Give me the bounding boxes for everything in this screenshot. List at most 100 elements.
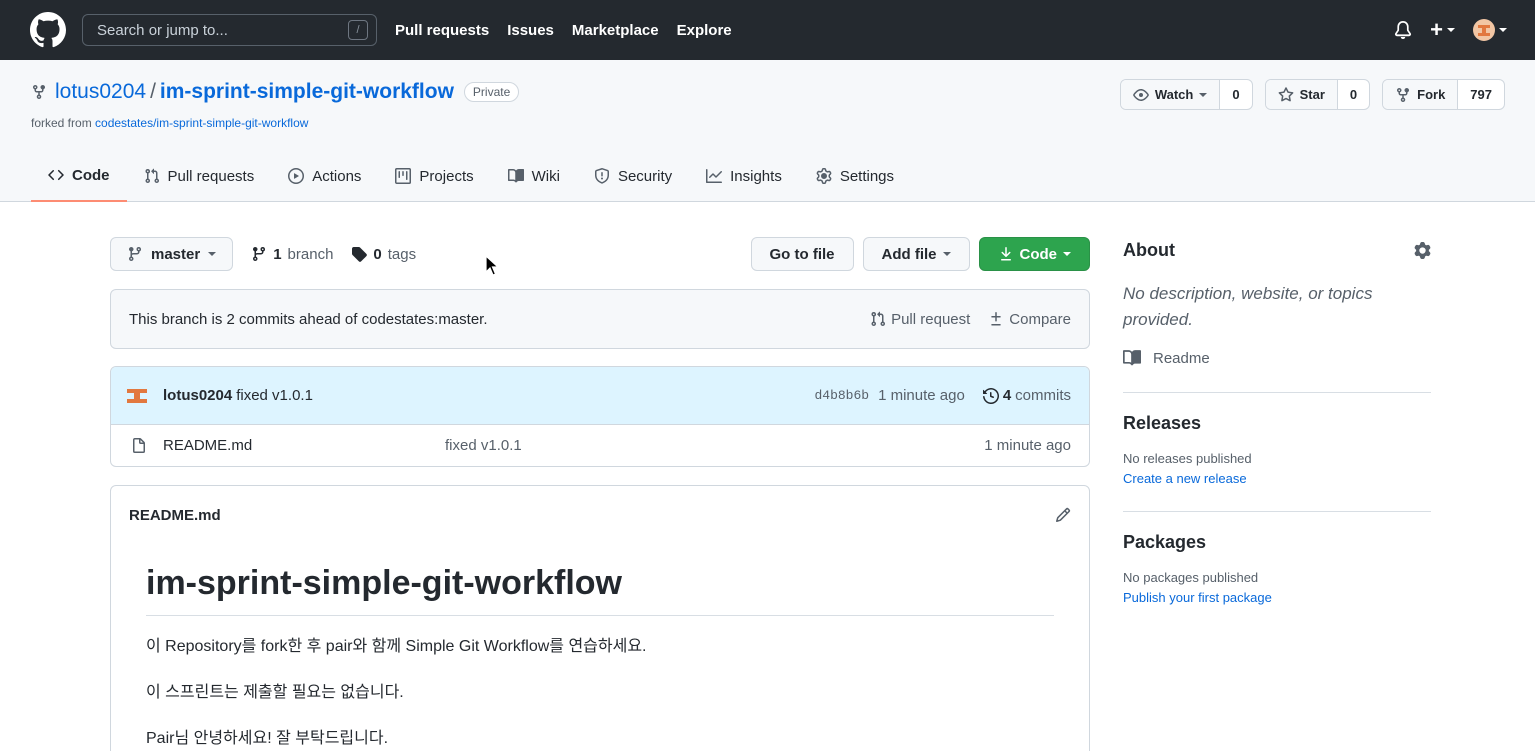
tag-word: tags bbox=[387, 245, 417, 263]
repo-owner-link[interactable]: lotus0204 bbox=[55, 80, 146, 104]
about-header: About bbox=[1123, 237, 1431, 263]
create-new-menu[interactable]: + bbox=[1430, 19, 1455, 41]
github-logo-icon[interactable] bbox=[30, 12, 66, 48]
fork-button-group: Fork 797 bbox=[1382, 79, 1505, 110]
code-icon bbox=[48, 169, 64, 181]
repo-actions: Watch 0 Star 0 Fork 797 bbox=[1119, 79, 1505, 110]
code-button-label: Code bbox=[1019, 245, 1058, 263]
tags-link[interactable]: 0 tags bbox=[351, 246, 416, 263]
chevron-down-icon bbox=[1499, 28, 1507, 32]
repo-name-link[interactable]: im-sprint-simple-git-workflow bbox=[160, 80, 454, 104]
download-icon bbox=[1000, 247, 1011, 261]
slash-shortcut-hint: / bbox=[348, 20, 368, 40]
nav-pull-requests[interactable]: Pull requests bbox=[395, 22, 489, 39]
tab-wiki-label: Wiki bbox=[531, 167, 560, 185]
star-count[interactable]: 0 bbox=[1338, 80, 1369, 109]
plus-icon: + bbox=[1430, 17, 1443, 42]
repo-tabs: Code Pull requests Actions Projects Wiki… bbox=[31, 150, 911, 202]
file-name-link[interactable]: README.md bbox=[163, 437, 445, 454]
star-button[interactable]: Star bbox=[1265, 80, 1338, 109]
readme-heading: im-sprint-simple-git-workflow bbox=[146, 564, 1054, 616]
tab-insights-label: Insights bbox=[730, 167, 782, 185]
avatar[interactable] bbox=[126, 385, 148, 407]
search-placeholder: Search or jump to... bbox=[97, 21, 228, 39]
branches-link[interactable]: 1 branch bbox=[251, 246, 333, 263]
history-icon bbox=[982, 387, 999, 404]
chevron-down-icon bbox=[1199, 92, 1208, 97]
repo-content: master 1 branch 0 tags Go to file Add fi… bbox=[110, 237, 1090, 751]
shield-icon bbox=[594, 168, 609, 184]
compare-link[interactable]: Compare bbox=[988, 311, 1071, 328]
nav-marketplace[interactable]: Marketplace bbox=[572, 22, 659, 39]
branch-count: 1 bbox=[273, 245, 282, 263]
watch-count[interactable]: 0 bbox=[1220, 80, 1251, 109]
tab-insights[interactable]: Insights bbox=[689, 150, 799, 202]
releases-section: Releases No releases published Create a … bbox=[1123, 413, 1431, 486]
nav-explore[interactable]: Explore bbox=[677, 22, 732, 39]
file-commit-message[interactable]: fixed v1.0.1 bbox=[445, 437, 522, 454]
star-button-group: Star 0 bbox=[1264, 79, 1371, 110]
global-nav: Pull requests Issues Marketplace Explore bbox=[395, 22, 732, 39]
create-release-link[interactable]: Create a new release bbox=[1123, 471, 1431, 486]
branch-ahead-notice: This branch is 2 commits ahead of codest… bbox=[110, 289, 1090, 349]
pull-request-link[interactable]: Pull request bbox=[870, 311, 970, 328]
readme-box: README.md im-sprint-simple-git-workflow … bbox=[110, 485, 1090, 751]
repo-title: lotus0204 / im-sprint-simple-git-workflo… bbox=[31, 80, 520, 104]
readme-link[interactable]: Readme bbox=[1123, 349, 1431, 367]
forked-source-link[interactable]: codestates/im-sprint-simple-git-workflow bbox=[95, 116, 308, 130]
commit-author[interactable]: lotus0204 bbox=[163, 387, 232, 404]
repo-header: lotus0204 / im-sprint-simple-git-workflo… bbox=[0, 60, 1535, 202]
go-to-file-button[interactable]: Go to file bbox=[750, 237, 854, 271]
branch-ahead-actions: Pull request Compare bbox=[870, 311, 1071, 328]
commits-history-link[interactable]: 4 commits bbox=[982, 387, 1071, 404]
file-list: lotus0204 fixed v1.0.1 d4b8b6b 1 minute … bbox=[110, 366, 1090, 467]
git-branch-icon bbox=[128, 247, 141, 262]
search-input[interactable]: Search or jump to... / bbox=[82, 14, 377, 46]
fork-button[interactable]: Fork bbox=[1383, 80, 1459, 109]
tab-settings[interactable]: Settings bbox=[799, 150, 911, 202]
readme-content: im-sprint-simple-git-workflow 이 Reposito… bbox=[111, 544, 1089, 748]
readme-filename: README.md bbox=[129, 506, 221, 524]
git-branch-icon bbox=[253, 247, 266, 262]
watch-button[interactable]: Watch bbox=[1120, 80, 1221, 109]
divider bbox=[1123, 392, 1431, 393]
tab-security[interactable]: Security bbox=[577, 150, 689, 202]
add-file-button[interactable]: Add file bbox=[862, 237, 970, 271]
star-label: Star bbox=[1299, 87, 1325, 102]
tab-wiki[interactable]: Wiki bbox=[491, 150, 577, 202]
tab-projects[interactable]: Projects bbox=[378, 150, 490, 202]
commit-message[interactable]: fixed v1.0.1 bbox=[236, 387, 313, 404]
tab-code-label: Code bbox=[72, 166, 110, 184]
divider bbox=[1123, 511, 1431, 512]
branch-select-button[interactable]: master bbox=[110, 237, 234, 271]
watch-button-group: Watch 0 bbox=[1119, 79, 1253, 110]
graph-icon bbox=[706, 169, 723, 183]
commit-sha[interactable]: d4b8b6b bbox=[814, 388, 869, 403]
branch-name: master bbox=[151, 245, 201, 263]
branch-word: branch bbox=[287, 245, 334, 263]
bell-icon[interactable] bbox=[1394, 21, 1412, 39]
tab-pull-requests[interactable]: Pull requests bbox=[127, 150, 272, 202]
tab-actions[interactable]: Actions bbox=[271, 150, 378, 202]
releases-title[interactable]: Releases bbox=[1123, 413, 1431, 434]
global-header: Search or jump to... / Pull requests Iss… bbox=[0, 0, 1535, 60]
tab-code[interactable]: Code bbox=[31, 150, 127, 202]
tab-projects-label: Projects bbox=[419, 167, 474, 185]
compare-label: Compare bbox=[1009, 310, 1071, 328]
nav-issues[interactable]: Issues bbox=[507, 22, 554, 39]
packages-title[interactable]: Packages bbox=[1123, 532, 1431, 553]
user-menu[interactable] bbox=[1473, 19, 1507, 41]
fork-count[interactable]: 797 bbox=[1458, 80, 1504, 109]
pencil-icon[interactable] bbox=[1055, 507, 1071, 523]
file-icon bbox=[133, 437, 145, 453]
readme-header: README.md bbox=[111, 486, 1089, 544]
file-actions: Go to file Add file Code bbox=[750, 237, 1090, 271]
gear-icon[interactable] bbox=[1414, 241, 1431, 259]
publish-package-link[interactable]: Publish your first package bbox=[1123, 590, 1431, 605]
avatar bbox=[1473, 19, 1495, 41]
watch-label: Watch bbox=[1154, 87, 1194, 102]
code-button[interactable]: Code bbox=[978, 237, 1090, 271]
repo-sidebar: About No description, website, or topics… bbox=[1123, 237, 1431, 605]
go-to-file-label: Go to file bbox=[769, 245, 835, 263]
forked-from-text: forked from codestates/im-sprint-simple-… bbox=[31, 116, 308, 130]
